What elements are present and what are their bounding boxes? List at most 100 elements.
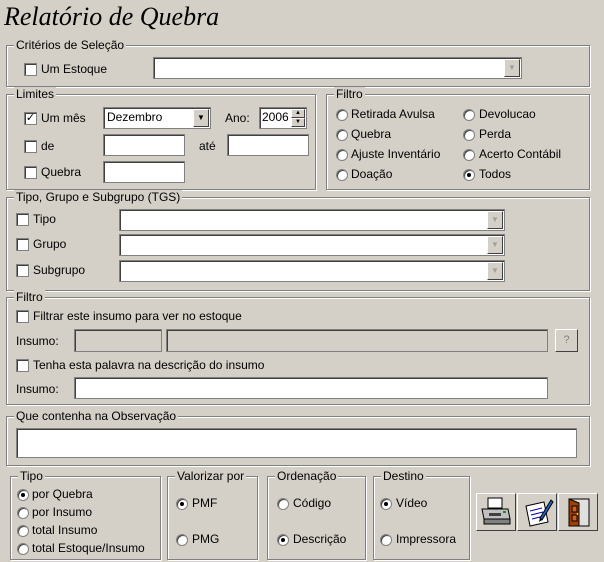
chevron-down-icon[interactable]: ▼	[487, 262, 503, 280]
total-estoque-insumo-label: total Estoque/Insumo	[32, 541, 145, 555]
quebra-option-label: Quebra	[351, 127, 392, 141]
todos-label: Todos	[479, 167, 512, 181]
radio-codigo[interactable]	[277, 498, 289, 510]
por-insumo-label: por Insumo	[32, 505, 93, 519]
insumo-palavra-input[interactable]	[74, 377, 548, 399]
valorizar-legend: Valorizar por	[175, 469, 247, 483]
radio-total-estoque-insumo[interactable]	[17, 543, 29, 555]
subgrupo-combo[interactable]: ▼	[119, 260, 505, 282]
tipo-legend: Tipo	[18, 469, 45, 483]
spin-down-icon[interactable]: ▼	[291, 118, 305, 127]
devolucao-label: Devolucao	[479, 107, 536, 121]
mes-combo[interactable]: Dezembro ▼	[103, 107, 211, 129]
um-mes-checkbox[interactable]: ✓	[24, 112, 37, 125]
por-quebra-label: por Quebra	[32, 487, 93, 501]
video-label: Vídeo	[396, 496, 428, 510]
filtro-tipo-legend: Filtro	[334, 87, 365, 101]
valorizar-group: Valorizar por PMF PMG	[167, 469, 258, 560]
insumo-lookup-button[interactable]: ?	[555, 329, 578, 352]
edit-report-button[interactable]	[517, 493, 557, 531]
radio-descricao[interactable]	[277, 534, 289, 546]
ordenacao-group: Ordenação Código Descrição	[267, 469, 366, 560]
de-checkbox[interactable]	[24, 140, 37, 153]
limites-legend: Limites	[14, 87, 57, 101]
criterios-group: Critérios de Seleção Um Estoque ▼	[6, 38, 590, 87]
ano-value: 2006	[262, 110, 289, 124]
tipo-group: Tipo por Quebra por Insumo total Insumo …	[10, 469, 161, 560]
grupo-checkbox[interactable]	[16, 238, 29, 251]
retirada-avulsa-label: Retirada Avulsa	[351, 107, 435, 121]
filtro-insumo-legend: Filtro	[14, 290, 45, 304]
insumo-desc-input[interactable]	[166, 329, 548, 352]
radio-pmg[interactable]	[176, 534, 188, 546]
radio-ajuste-inventario[interactable]	[336, 149, 348, 161]
radio-por-insumo[interactable]	[17, 507, 29, 519]
radio-perda[interactable]	[463, 129, 475, 141]
doacao-label: Doação	[351, 167, 393, 181]
palavra-label: Tenha esta palavra na descrição do insum…	[33, 358, 265, 372]
destino-group: Destino Vídeo Impressora	[373, 469, 470, 560]
radio-devolucao[interactable]	[463, 109, 475, 121]
tipo-label: Tipo	[33, 212, 56, 226]
radio-retirada-avulsa[interactable]	[336, 109, 348, 121]
radio-impressora[interactable]	[380, 534, 392, 546]
total-insumo-label: total Insumo	[32, 523, 98, 537]
mes-combo-value: Dezembro	[107, 110, 163, 124]
tgs-legend: Tipo, Grupo e Subgrupo (TGS)	[14, 190, 183, 204]
de-input[interactable]	[103, 134, 185, 156]
chevron-down-icon[interactable]: ▼	[504, 59, 520, 77]
ordenacao-legend: Ordenação	[275, 469, 339, 483]
palavra-checkbox[interactable]	[16, 359, 29, 372]
print-button[interactable]	[476, 493, 516, 531]
radio-pmf[interactable]	[176, 498, 188, 510]
grupo-combo[interactable]: ▼	[119, 234, 505, 256]
codigo-label: Código	[293, 496, 332, 510]
radio-doacao[interactable]	[336, 169, 348, 181]
spin-up-icon[interactable]: ▲	[291, 109, 305, 118]
radio-acerto-contabil[interactable]	[463, 149, 475, 161]
ano-spinner[interactable]: 2006 ▲ ▼	[259, 107, 307, 129]
grupo-label: Grupo	[33, 237, 67, 251]
pmf-label: PMF	[192, 496, 218, 510]
subgrupo-checkbox[interactable]	[16, 264, 29, 277]
observacao-legend: Que contenha na Observação	[14, 409, 179, 423]
quebra-input[interactable]	[103, 161, 185, 183]
radio-todos[interactable]	[463, 169, 475, 181]
estoque-combo[interactable]: ▼	[153, 57, 522, 79]
filtrar-insumo-label: Filtrar este insumo para ver no estoque	[33, 309, 242, 323]
insumo-label: Insumo:	[16, 334, 59, 348]
printer-icon	[481, 497, 511, 525]
chevron-down-icon[interactable]: ▼	[487, 211, 503, 229]
observacao-input[interactable]	[16, 428, 577, 458]
acerto-contabil-label: Acerto Contábil	[479, 147, 562, 161]
exit-door-icon	[568, 498, 590, 527]
ate-input[interactable]	[227, 134, 309, 156]
radio-quebra[interactable]	[336, 129, 348, 141]
insumo-code-input[interactable]	[74, 329, 162, 352]
filtrar-insumo-checkbox[interactable]	[16, 310, 29, 323]
radio-por-quebra[interactable]	[17, 489, 29, 501]
pmg-label: PMG	[192, 532, 220, 546]
radio-total-insumo[interactable]	[17, 525, 29, 537]
quebra-checkbox[interactable]	[24, 166, 37, 179]
um-estoque-checkbox[interactable]	[24, 63, 37, 76]
filtro-tipo-group: Filtro Retirada Avulsa Devolucao Quebra …	[326, 87, 590, 190]
exit-button[interactable]	[558, 493, 598, 531]
radio-video[interactable]	[380, 498, 392, 510]
criterios-legend: Critérios de Seleção	[14, 38, 127, 52]
tgs-group: Tipo, Grupo e Subgrupo (TGS) Tipo ▼ Grup…	[6, 190, 590, 291]
quebra-label: Quebra	[41, 165, 82, 179]
limites-group: Limites ✓ Um mês Dezembro ▼ Ano: 2006 ▲ …	[6, 87, 316, 190]
chevron-down-icon[interactable]: ▼	[487, 236, 503, 254]
tipo-combo[interactable]: ▼	[119, 209, 505, 231]
perda-label: Perda	[479, 127, 512, 141]
chevron-down-icon[interactable]: ▼	[193, 109, 209, 127]
tipo-checkbox[interactable]	[16, 213, 29, 226]
ano-label: Ano:	[225, 111, 250, 125]
de-label: de	[41, 139, 55, 153]
ate-label: até	[199, 139, 216, 153]
observacao-group: Que contenha na Observação	[6, 409, 590, 466]
impressora-label: Impressora	[396, 532, 457, 546]
filtro-insumo-group: Filtro Filtrar este insumo para ver no e…	[6, 290, 590, 405]
page-title: Relatório de Quebra	[4, 2, 220, 31]
